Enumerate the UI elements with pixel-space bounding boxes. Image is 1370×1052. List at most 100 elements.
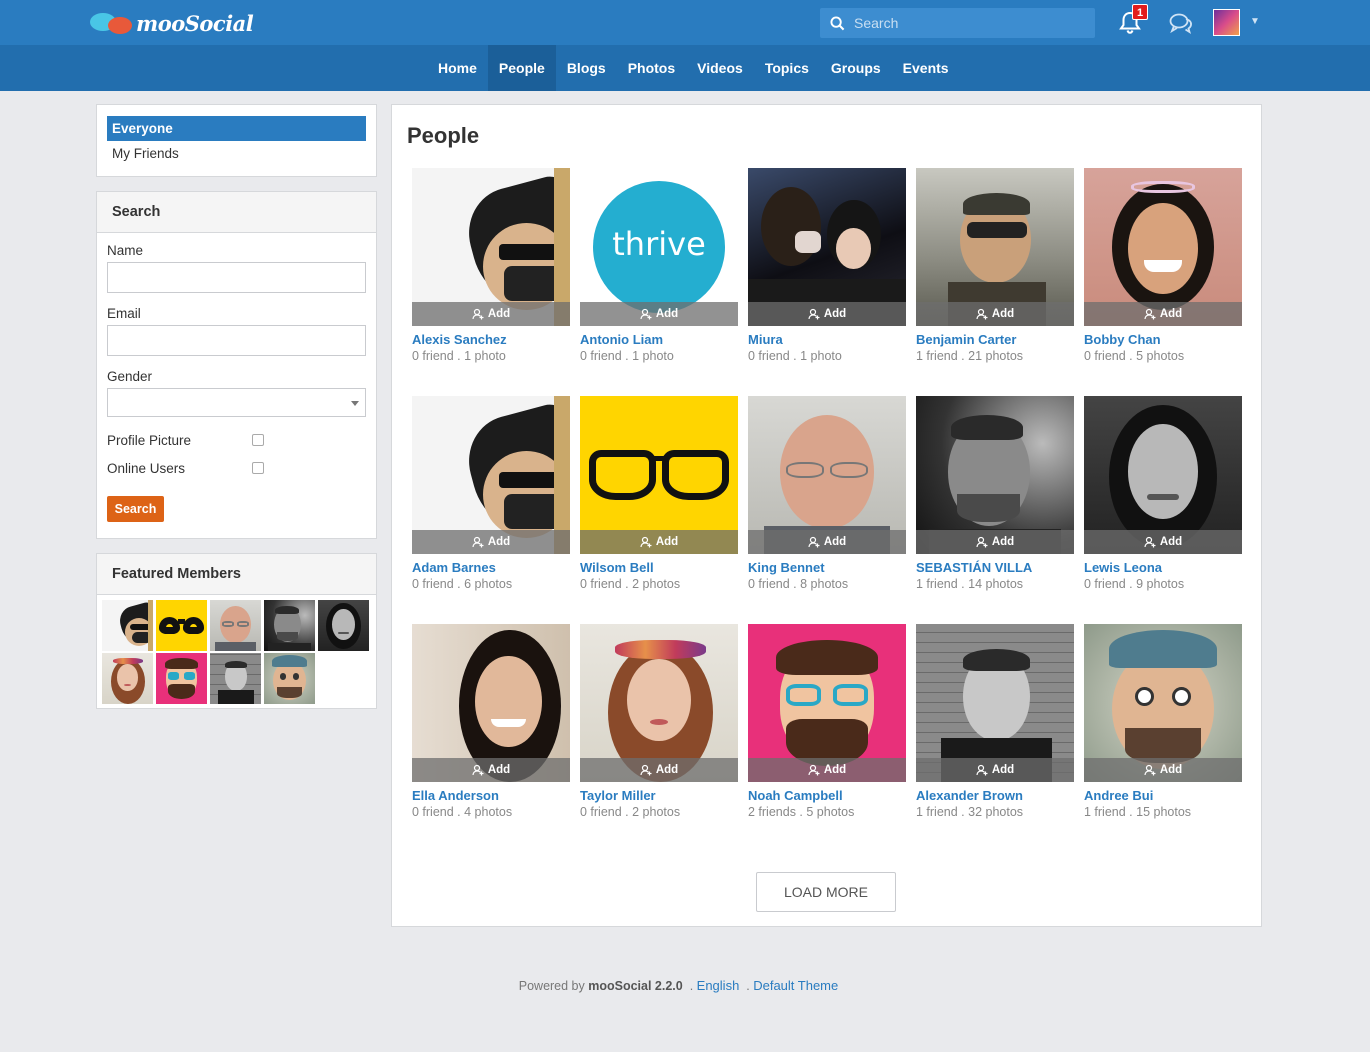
people-main-panel: People Add Alexis Sanchez 0 friend . 1 pho… [391,104,1262,927]
add-friend-label: Add [823,536,847,548]
member-stats: 0 friend . 4 photos [412,805,513,819]
member-avatar[interactable]: Add [916,396,1074,554]
featured-member-avatar[interactable] [318,600,369,651]
name-field[interactable] [107,262,366,293]
member-card: Add Andree Bui 1 friend . 15 photos [1084,624,1242,852]
member-card: Add Bobby Chan 0 friend . 5 photos [1084,168,1242,396]
member-name-link[interactable]: Alexis Sanchez [412,332,570,347]
global-search[interactable] [820,8,1095,38]
profile-picture-checkbox[interactable] [252,434,264,446]
member-avatar[interactable]: thrive Add [580,168,738,326]
nav-item-photos[interactable]: Photos [617,45,686,91]
add-friend-button[interactable]: Add [916,758,1074,782]
footer-language-link[interactable]: English [697,978,740,993]
chevron-down-icon[interactable]: ▼ [1250,16,1260,27]
add-friend-label: Add [991,764,1015,776]
email-field[interactable] [107,325,366,356]
profile-picture-label: Profile Picture [107,432,192,448]
add-friend-button[interactable]: Add [748,302,906,326]
featured-member-avatar[interactable] [102,600,153,651]
gender-select[interactable] [107,388,366,417]
member-avatar[interactable]: Add [748,168,906,326]
add-friend-button[interactable]: Add [1084,530,1242,554]
messages-chat-icon[interactable] [1168,11,1194,35]
member-avatar[interactable]: Add [1084,168,1242,326]
member-stats: 1 friend . 21 photos [916,349,1024,363]
add-friend-button[interactable]: Add [412,302,570,326]
nav-item-videos[interactable]: Videos [686,45,754,91]
member-name-link[interactable]: Bobby Chan [1084,332,1242,347]
filter-everyone[interactable]: Everyone [107,116,366,141]
featured-member-avatar[interactable] [102,653,153,704]
member-name-link[interactable]: Lewis Leona [1084,560,1242,575]
add-friend-button[interactable]: Add [748,530,906,554]
member-name-link[interactable]: Wilsom Bell [580,560,738,575]
member-name-link[interactable]: Noah Campbell [748,788,906,803]
member-avatar[interactable]: Add [1084,624,1242,782]
member-stats: 0 friend . 2 photos [580,805,681,819]
member-name-link[interactable]: Adam Barnes [412,560,570,575]
nav-item-home[interactable]: Home [427,45,488,91]
add-friend-button[interactable]: Add [748,758,906,782]
member-stats: 0 friend . 2 photos [580,577,681,591]
featured-member-avatar[interactable] [264,653,315,704]
search-submit-button[interactable]: Search [107,496,164,522]
add-friend-button[interactable]: Add [580,758,738,782]
add-friend-icon [1144,764,1156,776]
member-name-link[interactable]: Taylor Miller [580,788,738,803]
member-stats: 1 friend . 14 photos [916,577,1024,591]
featured-member-avatar[interactable] [156,600,207,651]
nav-item-people[interactable]: People [487,45,556,91]
featured-members-panel: Featured Members [96,553,377,709]
featured-member-avatar[interactable] [264,600,315,651]
footer-theme-link[interactable]: Default Theme [753,978,838,993]
member-card: thrive Add Antonio Liam 0 friend . 1 photo [580,168,738,396]
member-avatar[interactable]: Add [580,624,738,782]
add-friend-icon [1144,536,1156,548]
member-avatar[interactable]: Add [748,624,906,782]
add-friend-button[interactable]: Add [916,530,1074,554]
global-search-input[interactable] [854,15,1084,31]
member-name-link[interactable]: Ella Anderson [412,788,570,803]
nav-item-events[interactable]: Events [892,45,960,91]
member-name-link[interactable]: Miura [748,332,906,347]
add-friend-button[interactable]: Add [1084,302,1242,326]
featured-member-avatar[interactable] [156,653,207,704]
add-friend-icon [640,536,652,548]
member-avatar[interactable]: Add [1084,396,1242,554]
add-friend-button[interactable]: Add [1084,758,1242,782]
nav-item-topics[interactable]: Topics [754,45,820,91]
member-name-link[interactable]: SEBASTIÁN VILLA [916,560,1074,575]
dropdown-arrow-icon [351,401,359,406]
add-friend-button[interactable]: Add [916,302,1074,326]
member-name-link[interactable]: King Bennet [748,560,906,575]
add-friend-button[interactable]: Add [412,758,570,782]
member-name-link[interactable]: Benjamin Carter [916,332,1074,347]
add-friend-button[interactable]: Add [580,530,738,554]
user-avatar[interactable] [1213,9,1240,36]
load-more-button[interactable]: LOAD MORE [756,872,896,912]
member-avatar[interactable]: Add [412,624,570,782]
featured-member-avatar[interactable] [210,653,261,704]
member-name-link[interactable]: Andree Bui [1084,788,1242,803]
add-friend-icon [640,764,652,776]
member-name-link[interactable]: Antonio Liam [580,332,738,347]
member-avatar[interactable]: Add [916,624,1074,782]
online-users-checkbox[interactable] [252,462,264,474]
member-avatar[interactable]: Add [580,396,738,554]
site-logo[interactable]: mooSocial [90,8,254,38]
add-friend-button[interactable]: Add [580,302,738,326]
member-avatar[interactable]: Add [748,396,906,554]
member-card: Add Miura 0 friend . 1 photo [748,168,906,396]
add-friend-button[interactable]: Add [412,530,570,554]
filter-my-friends[interactable]: My Friends [107,141,366,166]
member-avatar[interactable]: Add [916,168,1074,326]
add-friend-label: Add [823,308,847,320]
featured-member-avatar[interactable] [210,600,261,651]
member-avatar[interactable]: Add [412,168,570,326]
member-avatar[interactable]: Add [412,396,570,554]
nav-item-groups[interactable]: Groups [820,45,892,91]
members-grid: Add Alexis Sanchez 0 friend . 1 photo thriv… [412,168,1242,852]
nav-item-blogs[interactable]: Blogs [556,45,617,91]
member-name-link[interactable]: Alexander Brown [916,788,1074,803]
